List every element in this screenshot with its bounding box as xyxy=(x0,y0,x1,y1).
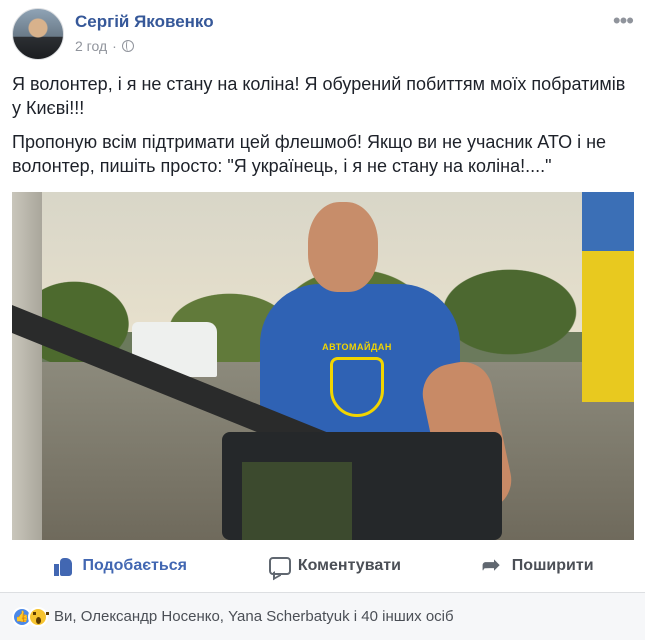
globe-icon[interactable] xyxy=(121,40,134,52)
post-paragraph-1: Я волонтер, і я не стану на коліна! Я об… xyxy=(12,74,626,118)
share-icon xyxy=(482,552,504,578)
comment-icon xyxy=(268,555,291,577)
ammo-box xyxy=(242,462,352,540)
photo-person-head xyxy=(308,202,378,292)
photo-wall xyxy=(12,192,42,540)
post-meta: 2 год · xyxy=(75,38,134,54)
reactions-summary[interactable]: Ви, Олександр Носенко, Yana Scherbatyuk … xyxy=(54,608,454,625)
post-time[interactable]: 2 год xyxy=(75,38,107,54)
like-label: Подобається xyxy=(82,557,187,574)
comment-label: Коментувати xyxy=(297,557,401,574)
more-options-icon[interactable]: ••• xyxy=(613,8,634,34)
ukrainian-flag xyxy=(582,192,634,402)
post-header: Сергій Яковенко 2 год · ••• xyxy=(0,0,645,62)
trident-emblem xyxy=(330,357,384,417)
shirt-logo-text: АВТОМАЙДАН xyxy=(322,342,392,352)
author-avatar[interactable] xyxy=(12,8,64,60)
share-label: Поширити xyxy=(511,557,594,574)
author-name[interactable]: Сергій Яковенко xyxy=(75,12,214,32)
share-button[interactable]: Поширити xyxy=(482,552,594,578)
like-icon xyxy=(52,555,74,577)
post-photo[interactable]: АВТОМАЙДАН xyxy=(12,192,634,540)
post-actions: Подобається Коментувати Поширити xyxy=(12,548,634,584)
wow-reaction-icon xyxy=(28,606,49,627)
meta-separator: · xyxy=(112,38,117,54)
comment-button[interactable]: Коментувати xyxy=(268,555,401,577)
like-button[interactable]: Подобається xyxy=(52,555,187,577)
post-paragraph-2: Пропоную всім підтримати цей флешмоб! Як… xyxy=(12,132,607,176)
post-text: Я волонтер, і я не стану на коліна! Я об… xyxy=(12,72,632,188)
reactions-bar[interactable]: 👍 Ви, Олександр Носенко, Yana Scherbatyu… xyxy=(0,593,645,640)
